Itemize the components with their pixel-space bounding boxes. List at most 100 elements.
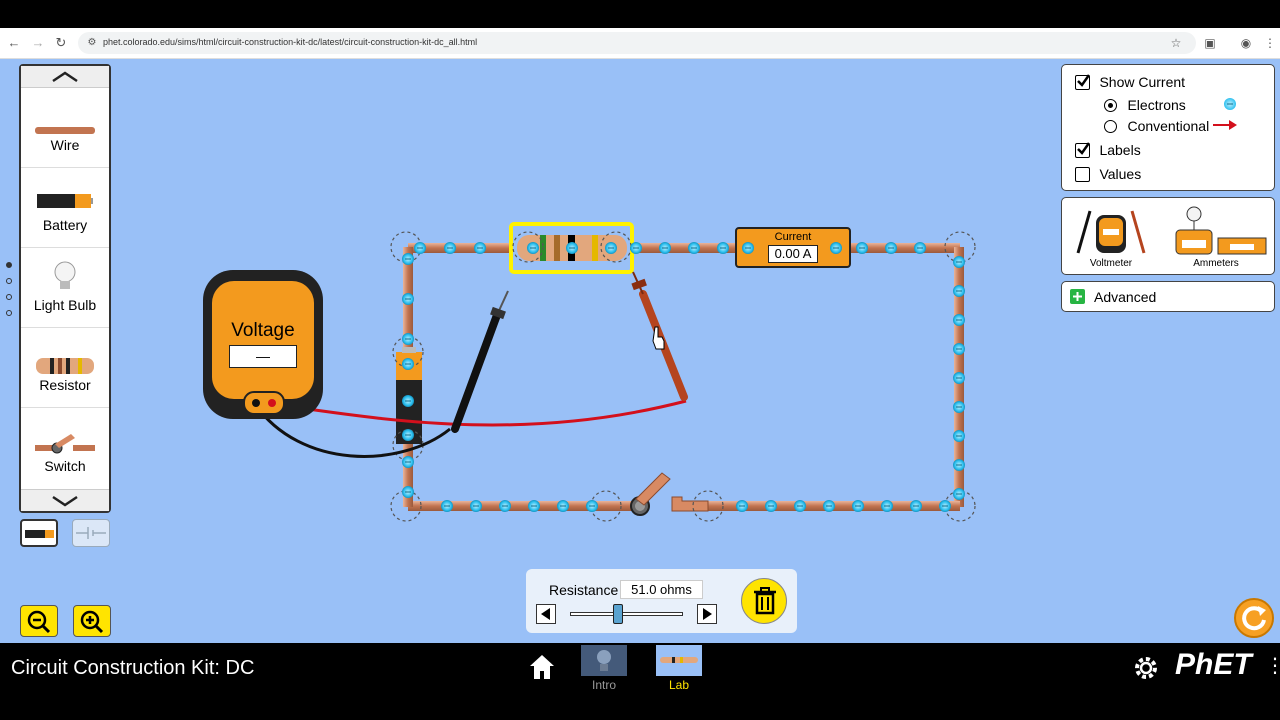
toolbox-item-resistor[interactable]: Resistor <box>21 328 109 408</box>
phet-logo[interactable]: PhET <box>1175 648 1252 682</box>
ammeters-tool[interactable]: Ammeters <box>1164 202 1268 269</box>
zoom-out-icon <box>27 610 51 634</box>
checkbox-icon <box>1075 167 1090 183</box>
page-dot[interactable] <box>6 310 12 316</box>
advanced-label: Advanced <box>1094 289 1157 305</box>
chevron-up-icon <box>52 70 78 82</box>
voltmeter-tool[interactable]: Voltmeter <box>1074 205 1148 269</box>
resistance-increment-button[interactable] <box>697 604 717 624</box>
screen-lab-label: Lab <box>668 678 690 692</box>
lab-thumbnail-icon <box>656 645 702 676</box>
values-label: Values <box>1099 166 1142 182</box>
schematic-view-button[interactable] <box>72 519 110 547</box>
electrons <box>402 242 965 512</box>
home-icon <box>530 655 554 679</box>
resistance-value: 51.0 ohms <box>620 580 703 599</box>
sensor-toolbox: Voltmeter Ammeters <box>1061 197 1275 275</box>
ammeter-readout: 0.00 A <box>768 245 818 263</box>
cast-icon[interactable]: ▣ <box>1202 35 1218 51</box>
profile-icon[interactable]: ◉ <box>1238 35 1254 51</box>
simulation-area: Voltage — Current 0.00 A Wire Battery Li… <box>0 59 1280 643</box>
toolbox-item-light-bulb[interactable]: Light Bulb <box>21 248 109 328</box>
voltmeter-icon <box>1076 210 1146 254</box>
browser-menu-icon[interactable]: ⋮ <box>1262 35 1278 51</box>
top-letterbox <box>0 0 1280 28</box>
phet-menu-icon[interactable]: ⋮ <box>1265 656 1280 676</box>
expand-plus-icon <box>1070 289 1085 304</box>
toolbox-item-battery[interactable]: Battery <box>21 168 109 248</box>
wire-icon <box>35 127 95 134</box>
resistance-slider-track[interactable] <box>570 604 683 624</box>
triangle-right-icon <box>703 608 712 620</box>
toolbox-item-label: Battery <box>42 217 88 233</box>
ammeter-reading: 0.00 A <box>774 246 812 261</box>
voltmeter-reading: — <box>256 348 270 364</box>
switch-icon <box>35 434 95 454</box>
component-toolbox: Wire Battery Light Bulb Resistor Switch <box>19 64 111 513</box>
back-icon[interactable]: ← <box>6 35 22 51</box>
gear-icon <box>1135 657 1157 679</box>
battery-icon <box>37 194 93 208</box>
wire-segments <box>403 243 964 511</box>
reset-all-button[interactable] <box>1234 598 1274 638</box>
site-info-icon[interactable]: ⚙ <box>84 35 100 51</box>
ammeter-title: Current <box>774 231 812 243</box>
reset-icon <box>1242 606 1266 631</box>
zoom-in-button[interactable] <box>73 605 111 637</box>
toolbox-item-label: Wire <box>50 137 80 153</box>
ammeter-icon <box>1175 206 1267 255</box>
home-button[interactable] <box>528 653 556 681</box>
page-dot[interactable] <box>6 278 12 284</box>
lifelike-view-button[interactable] <box>20 519 58 547</box>
electrons-label: Electrons <box>1127 97 1186 113</box>
voltmeter-readout: — <box>229 345 297 368</box>
intro-thumbnail-icon <box>581 645 627 676</box>
ammeters-tool-label: Ammeters <box>1193 258 1239 269</box>
red-arrow-icon <box>1213 120 1237 130</box>
light-bulb-icon <box>54 261 76 289</box>
zoom-out-button[interactable] <box>20 605 58 637</box>
toolbox-scroll-up-button[interactable] <box>21 66 109 88</box>
resistance-label: Resistance <box>549 582 619 598</box>
toolbox-item-label: Switch <box>44 458 86 474</box>
page-dot[interactable] <box>6 294 12 300</box>
delete-button[interactable] <box>741 578 787 624</box>
conventional-radio[interactable]: Conventional <box>1104 118 1209 136</box>
black-probe <box>451 290 509 433</box>
labels-label: Labels <box>1099 142 1141 158</box>
toolbox-page-indicator <box>6 262 12 326</box>
show-current-label: Show Current <box>1099 74 1186 90</box>
app-title: Circuit Construction Kit: DC <box>11 657 255 679</box>
resistance-slider-thumb[interactable] <box>613 604 624 624</box>
toolbox-scroll-down-button[interactable] <box>21 489 109 511</box>
hand-cursor-icon <box>652 326 665 350</box>
advanced-panel[interactable]: Advanced <box>1061 281 1275 312</box>
toolbox-item-label: Light Bulb <box>33 297 97 313</box>
resistance-decrement-button[interactable] <box>536 604 556 624</box>
battery-icon <box>25 530 54 538</box>
url-text: phet.colorado.edu/sims/html/circuit-cons… <box>103 37 478 47</box>
voltmeter-wires <box>253 399 687 458</box>
radio-unselected-icon <box>1104 120 1117 134</box>
toolbox-item-switch[interactable]: Switch <box>21 408 109 488</box>
screen-intro-label: Intro <box>591 678 616 692</box>
resistor-icon <box>36 358 94 374</box>
labels-checkbox[interactable]: Labels <box>1075 142 1141 160</box>
screen-intro-button[interactable]: Intro <box>580 644 628 692</box>
preferences-button[interactable] <box>1133 655 1159 681</box>
conventional-label: Conventional <box>1127 118 1210 134</box>
voltmeter-tool-label: Voltmeter <box>1089 258 1133 269</box>
values-checkbox[interactable]: Values <box>1075 166 1141 184</box>
toolbox-item-wire[interactable]: Wire <box>21 88 109 168</box>
electron-icon <box>1224 98 1236 110</box>
forward-icon[interactable]: → <box>30 35 46 51</box>
page-dot[interactable] <box>6 262 12 268</box>
bookmark-star-icon[interactable]: ☆ <box>1168 35 1184 51</box>
chevron-down-icon <box>52 495 78 507</box>
checkbox-icon <box>1075 74 1090 91</box>
show-current-checkbox[interactable]: Show Current <box>1075 74 1185 92</box>
screen-lab-button[interactable]: Lab <box>655 644 703 692</box>
reload-icon[interactable]: ↻ <box>53 35 69 51</box>
electrons-radio[interactable]: Electrons <box>1104 97 1186 115</box>
trash-icon <box>754 587 776 615</box>
